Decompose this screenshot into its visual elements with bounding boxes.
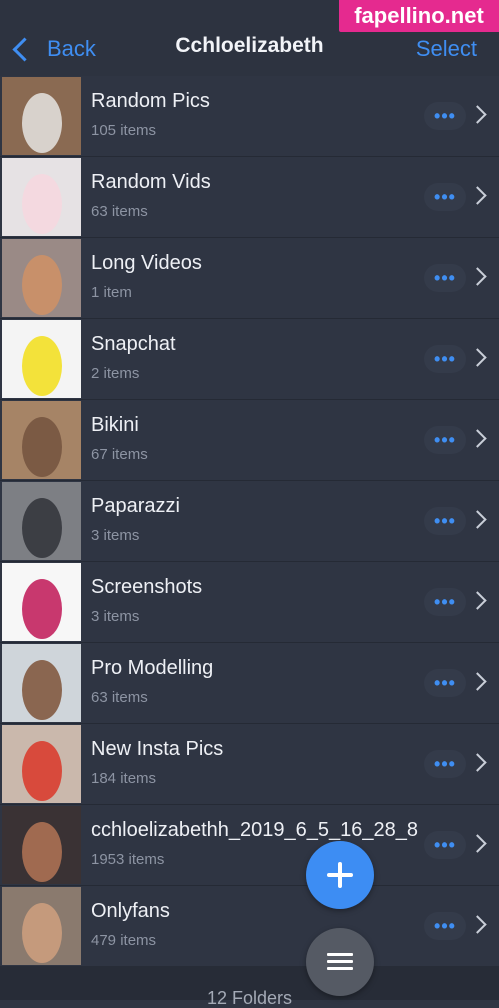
select-button[interactable]: Select: [416, 36, 477, 62]
folder-row[interactable]: New Insta Pics 184 items •••: [0, 724, 499, 805]
folder-thumbnail: [2, 806, 81, 884]
more-options-icon[interactable]: •••: [424, 912, 466, 940]
folder-item-count: 105 items: [91, 122, 157, 139]
folder-item-count: 1 item: [91, 284, 132, 301]
watermark: fapellino.net: [339, 0, 499, 32]
folder-thumbnail: [2, 644, 81, 722]
folder-name: cchloelizabethh_2019_6_5_16_28_8: [91, 819, 418, 841]
folder-row[interactable]: Paparazzi 3 items •••: [0, 481, 499, 562]
folder-name: Random Vids: [91, 171, 211, 193]
folder-thumbnail: [2, 239, 81, 317]
more-options-icon[interactable]: •••: [424, 831, 466, 859]
folder-row[interactable]: cchloelizabethh_2019_6_5_16_28_8 1953 ite…: [0, 805, 499, 886]
folder-name: Onlyfans: [91, 900, 170, 922]
footer-bar: 12 Folders: [0, 966, 499, 1008]
more-options-icon[interactable]: •••: [424, 507, 466, 535]
folder-row[interactable]: Onlyfans 479 items •••: [0, 886, 499, 967]
more-options-icon[interactable]: •••: [424, 588, 466, 616]
folder-name: Snapchat: [91, 333, 176, 355]
folder-row[interactable]: Bikini 67 items •••: [0, 400, 499, 481]
folder-name: Bikini: [91, 414, 139, 436]
chevron-right-icon: [468, 186, 487, 205]
chevron-right-icon: [468, 429, 487, 448]
folder-thumbnail: [2, 725, 81, 803]
folder-row[interactable]: Long Videos 1 item •••: [0, 238, 499, 319]
chevron-right-icon: [468, 105, 487, 124]
folder-item-count: 1953 items: [91, 851, 165, 868]
folder-name: Paparazzi: [91, 495, 180, 517]
folder-row[interactable]: Pro Modelling 63 items •••: [0, 643, 499, 724]
folder-name: Long Videos: [91, 252, 202, 274]
folder-thumbnail: [2, 401, 81, 479]
chevron-right-icon: [468, 753, 487, 772]
folder-thumbnail: [2, 158, 81, 236]
folder-thumbnail: [2, 482, 81, 560]
folder-name: Pro Modelling: [91, 657, 214, 679]
folder-count-label: 12 Folders: [206, 988, 293, 1008]
folder-item-count: 2 items: [91, 365, 140, 382]
folder-list: Random Pics 105 items ••• Random Vids 63 ite…: [0, 76, 499, 967]
chevron-right-icon: [468, 267, 487, 286]
folder-item-count: 3 items: [91, 527, 140, 544]
folder-item-count: 63 items: [91, 689, 148, 706]
folder-thumbnail: [2, 563, 81, 641]
folder-item-count: 67 items: [91, 446, 148, 463]
more-options-icon[interactable]: •••: [424, 669, 466, 697]
folder-row[interactable]: Random Vids 63 items •••: [0, 157, 499, 238]
more-options-icon[interactable]: •••: [424, 264, 466, 292]
chevron-right-icon: [468, 591, 487, 610]
folder-name: Random Pics: [91, 90, 210, 112]
folder-name: New Insta Pics: [91, 738, 224, 760]
folder-item-count: 3 items: [91, 608, 140, 625]
folder-thumbnail: [2, 320, 81, 398]
folder-item-count: 479 items: [91, 932, 157, 949]
folder-row[interactable]: Random Pics 105 items •••: [0, 76, 499, 157]
chevron-right-icon: [468, 348, 487, 367]
folder-row[interactable]: Snapchat 2 items •••: [0, 319, 499, 400]
folder-thumbnail: [2, 77, 81, 155]
more-options-icon[interactable]: •••: [424, 102, 466, 130]
chevron-right-icon: [468, 510, 487, 529]
menu-icon-line: [327, 953, 353, 956]
menu-icon-line: [327, 967, 353, 970]
menu-icon-line: [327, 960, 353, 963]
menu-button[interactable]: [306, 928, 374, 996]
chevron-right-icon: [468, 834, 487, 853]
more-options-icon[interactable]: •••: [424, 426, 466, 454]
more-options-icon[interactable]: •••: [424, 345, 466, 373]
folder-item-count: 63 items: [91, 203, 148, 220]
more-options-icon[interactable]: •••: [424, 183, 466, 211]
folder-row[interactable]: Screenshots 3 items •••: [0, 562, 499, 643]
folder-item-count: 184 items: [91, 770, 157, 787]
folder-name: Screenshots: [91, 576, 203, 598]
add-button[interactable]: [306, 841, 374, 909]
chevron-right-icon: [468, 915, 487, 934]
chevron-right-icon: [468, 672, 487, 691]
more-options-icon[interactable]: •••: [424, 750, 466, 778]
folder-thumbnail: [2, 887, 81, 965]
